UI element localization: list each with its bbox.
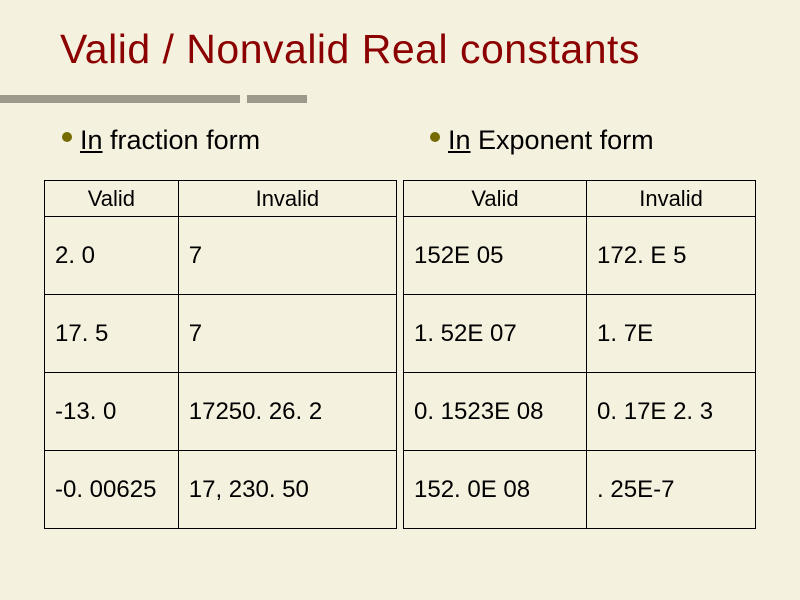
bullet-dot-icon: [62, 132, 72, 142]
fraction-invalid-cell: 17, 230. 50: [178, 451, 396, 529]
bullet-exponent-underlined: In: [448, 125, 471, 155]
exponent-valid-cell: 152E 05: [404, 217, 587, 295]
bullet-fraction-underlined: In: [80, 125, 103, 155]
fraction-invalid-cell: 7: [178, 217, 396, 295]
fraction-invalid-cell: 7: [178, 295, 396, 373]
bullet-exponent-form: In Exponent form: [430, 125, 654, 156]
bullet-exponent-text: In Exponent form: [448, 125, 654, 156]
table-row: 152E 05 172. E 5: [404, 217, 756, 295]
table-row: -0. 00625 17, 230. 50: [45, 451, 397, 529]
table-row: 17. 5 7: [45, 295, 397, 373]
bullet-fraction-text: In fraction form: [80, 125, 260, 156]
bullet-dot-icon: [430, 132, 440, 142]
exponent-header-invalid: Invalid: [587, 181, 756, 217]
page-title: Valid / Nonvalid Real constants: [60, 26, 770, 73]
exponent-header-valid: Valid: [404, 181, 587, 217]
exponent-invalid-cell: . 25E-7: [587, 451, 756, 529]
slide: Valid / Nonvalid Real constants In fract…: [0, 0, 800, 600]
bullet-fraction-form: In fraction form: [62, 125, 260, 156]
accent-bar-left: [0, 95, 240, 103]
fraction-header-invalid: Invalid: [178, 181, 396, 217]
fraction-invalid-cell: 17250. 26. 2: [178, 373, 396, 451]
exponent-invalid-cell: 0. 17E 2. 3: [587, 373, 756, 451]
exponent-invalid-cell: 1. 7E: [587, 295, 756, 373]
bullet-exponent-rest: Exponent form: [471, 125, 654, 155]
table-header-row: Valid Invalid: [45, 181, 397, 217]
table-row: 152. 0E 08 . 25E-7: [404, 451, 756, 529]
exponent-valid-cell: 1. 52E 07: [404, 295, 587, 373]
fraction-table: Valid Invalid 2. 0 7 17. 5 7 -13. 0 1725…: [44, 180, 397, 529]
tables-container: Valid Invalid 2. 0 7 17. 5 7 -13. 0 1725…: [44, 180, 756, 529]
accent-bar-right: [247, 95, 307, 103]
exponent-invalid-cell: 172. E 5: [587, 217, 756, 295]
fraction-valid-cell: 2. 0: [45, 217, 179, 295]
fraction-header-valid: Valid: [45, 181, 179, 217]
table-row: 1. 52E 07 1. 7E: [404, 295, 756, 373]
fraction-valid-cell: -13. 0: [45, 373, 179, 451]
table-row: 0. 1523E 08 0. 17E 2. 3: [404, 373, 756, 451]
table-row: 2. 0 7: [45, 217, 397, 295]
fraction-valid-cell: -0. 00625: [45, 451, 179, 529]
bullet-fraction-rest: fraction form: [103, 125, 261, 155]
exponent-valid-cell: 152. 0E 08: [404, 451, 587, 529]
table-header-row: Valid Invalid: [404, 181, 756, 217]
fraction-valid-cell: 17. 5: [45, 295, 179, 373]
exponent-table: Valid Invalid 152E 05 172. E 5 1. 52E 07…: [403, 180, 756, 529]
table-row: -13. 0 17250. 26. 2: [45, 373, 397, 451]
exponent-valid-cell: 0. 1523E 08: [404, 373, 587, 451]
